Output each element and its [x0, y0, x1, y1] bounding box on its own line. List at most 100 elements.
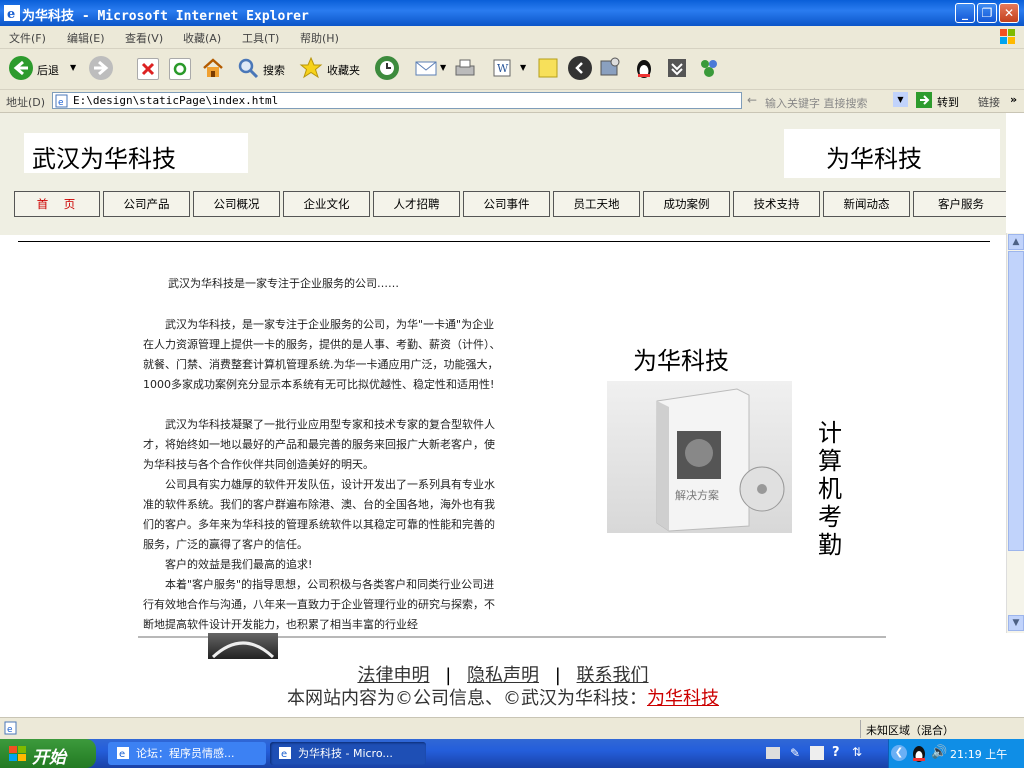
keyword-search-box[interactable]: ← 输入关键字 直接搜索 ▼	[745, 92, 910, 110]
nav-recruitment[interactable]: 人才招聘	[373, 191, 460, 217]
menu-view[interactable]: 查看(V)	[125, 30, 163, 46]
note-icon[interactable]	[536, 56, 560, 80]
nav-news[interactable]: 新闻动态	[823, 191, 910, 217]
help-icon[interactable]: ?	[832, 745, 840, 760]
svg-text:e: e	[7, 725, 13, 735]
edit-word-icon[interactable]: W	[490, 56, 514, 80]
clock[interactable]: 21:19 上午	[950, 746, 1007, 762]
forward-arrow-icon[interactable]	[89, 56, 113, 80]
software-box-icon: 解决方案	[656, 388, 785, 532]
address-dropdown-icon[interactable]: ▼	[893, 92, 908, 107]
stop-icon[interactable]	[137, 58, 159, 80]
footer-link-contact[interactable]: 联系我们	[577, 665, 649, 686]
home-icon[interactable]	[201, 56, 225, 80]
close-circle-icon[interactable]	[568, 56, 592, 80]
paragraph-5: 本着"客户服务"的指导思想，公司积极与各类客户和同类行业公司进行有效地合作与沟通…	[143, 578, 495, 631]
product-title: 为华科技	[633, 347, 729, 375]
back-arrow-icon[interactable]	[9, 56, 33, 80]
page-header: 武汉为华科技 为华科技 首 页 公司产品 公司概况 企业文化 人才招聘 公司事件…	[0, 113, 1006, 235]
paragraph-1: 武汉为华科技，是一家专注于企业服务的公司，为华"一卡通"为企业在人力资源管理上提…	[143, 318, 501, 391]
vertical-scrollbar[interactable]: ▲ ▼	[1006, 233, 1024, 633]
qq-penguin-icon[interactable]	[632, 56, 656, 80]
nav-culture[interactable]: 企业文化	[283, 191, 370, 217]
scroll-down-icon[interactable]: ▼	[1008, 615, 1024, 631]
refresh-icon[interactable]	[169, 58, 191, 80]
windows-logo-icon	[1000, 29, 1015, 44]
mail-icon[interactable]	[414, 56, 438, 80]
menu-edit[interactable]: 编辑(E)	[67, 30, 105, 46]
back-button-label[interactable]: 后退	[37, 62, 59, 78]
links-button[interactable]: 链接	[978, 94, 1000, 110]
nav-home[interactable]: 首 页	[14, 191, 100, 217]
mail-dropdown-icon[interactable]: ▼	[440, 63, 446, 72]
nav-products[interactable]: 公司产品	[103, 191, 190, 217]
footer-copy-link[interactable]: 为华科技	[647, 688, 719, 709]
address-input[interactable]: e E:\design\staticPage\index.html	[52, 92, 742, 109]
ime-icon[interactable]	[810, 746, 824, 760]
nav-events[interactable]: 公司事件	[463, 191, 550, 217]
status-divider	[860, 720, 861, 738]
svg-text:e: e	[281, 749, 287, 760]
favorites-button-label[interactable]: 收藏夹	[327, 62, 360, 78]
qq-tray-icon[interactable]	[911, 745, 927, 763]
print-icon[interactable]	[453, 56, 477, 80]
back-arrow-small-icon: ←	[747, 93, 758, 107]
maximize-button[interactable]: ❐	[977, 3, 997, 23]
start-label: 开始	[32, 748, 66, 768]
svg-text:e: e	[119, 749, 125, 760]
close-button[interactable]: ✕	[999, 3, 1019, 23]
history-icon[interactable]	[375, 56, 399, 80]
paragraph-4: 客户的效益是我们最高的追求!	[143, 558, 313, 571]
footer-link-legal[interactable]: 法律申明	[357, 665, 429, 686]
pen-icon[interactable]: ✎	[790, 746, 800, 760]
nav-staff[interactable]: 员工天地	[553, 191, 640, 217]
vertical-slogan: 计算机考勤	[818, 419, 842, 559]
footer-link-privacy[interactable]: 隐私声明	[467, 665, 539, 686]
search-icon[interactable]	[236, 56, 260, 80]
volume-icon[interactable]: 🔊	[931, 745, 947, 760]
menu-favorites[interactable]: 收藏(A)	[183, 30, 221, 46]
page-status-icon: e	[4, 721, 17, 735]
taskbar: 开始 e 论坛：程序员情感... e 为华科技 - Micro... ✎ ? ⇅…	[0, 739, 1024, 768]
web-page: 武汉为华科技 为华科技 首 页 公司产品 公司概况 企业文化 人才招聘 公司事件…	[0, 113, 1006, 633]
address-label: 地址(D)	[6, 96, 46, 109]
logo-left-text: 武汉为华科技	[32, 145, 176, 173]
title-bar[interactable]: e 为华科技 - Microsoft Internet Explorer _ ❐…	[0, 0, 1024, 26]
menu-tools[interactable]: 工具(T)	[242, 30, 279, 46]
back-dropdown-icon[interactable]: ▼	[70, 63, 76, 72]
media-icon[interactable]	[598, 56, 622, 80]
task-weihua-active[interactable]: e 为华科技 - Micro...	[270, 742, 426, 765]
network-icon[interactable]: ⇅	[852, 745, 862, 759]
keyboard-icon[interactable]	[766, 747, 780, 759]
favorites-star-icon[interactable]	[299, 56, 323, 80]
messenger-icon[interactable]	[697, 56, 721, 80]
minimize-button[interactable]: _	[955, 3, 975, 23]
edit-dropdown-icon[interactable]: ▼	[520, 63, 526, 72]
task-forum-label: 论坛：程序员情感...	[136, 747, 235, 760]
go-arrow-icon[interactable]	[916, 92, 932, 108]
nav-company-overview[interactable]: 公司概况	[193, 191, 280, 217]
nav-support[interactable]: 技术支持	[733, 191, 820, 217]
download-icon[interactable]	[665, 56, 689, 80]
search-button-label[interactable]: 搜索	[263, 62, 285, 78]
nav-customer-service[interactable]: 客户服务	[913, 191, 1006, 217]
address-bar: 地址(D) e E:\design\staticPage\index.html …	[0, 90, 1024, 113]
chevron-right-icon[interactable]: »	[1010, 93, 1017, 106]
scroll-up-icon[interactable]: ▲	[1008, 234, 1024, 250]
tray-collapse-icon[interactable]: ❮	[891, 745, 907, 761]
ie-icon: e	[4, 5, 20, 21]
start-button[interactable]: 开始	[0, 739, 96, 768]
address-url: E:\design\staticPage\index.html	[73, 94, 279, 107]
svg-text:W: W	[497, 62, 509, 75]
nav-cases[interactable]: 成功案例	[643, 191, 730, 217]
scroll-thumb[interactable]	[1008, 251, 1024, 551]
task-weihua-label: 为华科技 - Micro...	[298, 747, 393, 760]
logo-left: 武汉为华科技	[24, 133, 248, 173]
go-button[interactable]: 转到	[937, 94, 959, 110]
page-icon: e	[55, 94, 68, 108]
logo-right: 为华科技	[784, 129, 1000, 178]
menu-file[interactable]: 文件(F)	[9, 30, 46, 46]
menu-help[interactable]: 帮助(H)	[300, 30, 339, 46]
task-forum[interactable]: e 论坛：程序员情感...	[108, 742, 266, 765]
footer-separator: |	[445, 665, 452, 686]
